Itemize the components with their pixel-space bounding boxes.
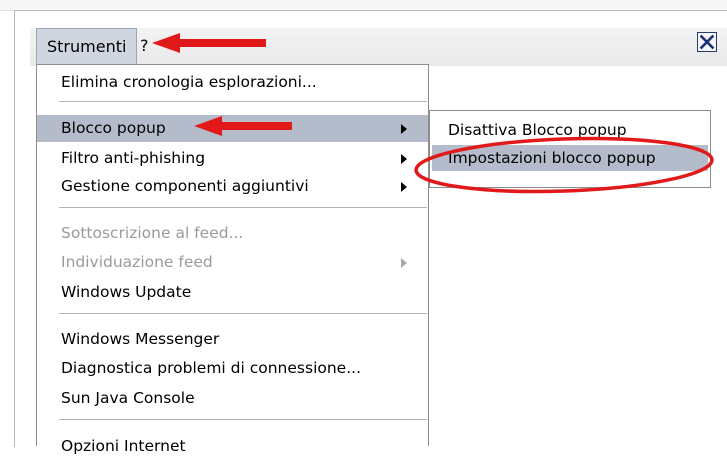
menu-item-elimina-cronologia[interactable]: Elimina cronologia esplorazioni... [37,69,428,96]
close-x-icon[interactable] [697,32,717,52]
menu-separator [59,207,427,209]
menu-strumenti[interactable]: Strumenti [36,28,138,65]
menu-bar: Strumenti ? [30,28,727,66]
menu-item-filtro-anti-phishing[interactable]: Filtro anti-phishing [37,145,428,172]
menu-help[interactable]: ? [130,28,159,64]
menu-item-label: Windows Update [61,283,192,301]
menu-item-windows-messenger[interactable]: Windows Messenger [37,326,428,353]
menu-item-label: Opzioni Internet [61,437,186,455]
menu-item-label: Sottoscrizione al feed... [61,224,244,242]
menu-separator [59,101,427,103]
submenu-item-label: Impostazioni blocco popup [448,149,656,167]
menu-item-opzioni-internet[interactable]: Opzioni Internet [37,433,428,460]
submenu-arrow-icon [401,154,407,164]
menu-item-diagnostica[interactable]: Diagnostica problemi di connessione... [37,355,428,382]
menu-item-sottoscrizione-feed: Sottoscrizione al feed... [37,220,428,247]
menu-item-blocco-popup[interactable]: Blocco popup [37,115,428,142]
submenu-item-label: Disattiva Blocco popup [448,121,627,139]
menu-item-label: Diagnostica problemi di connessione... [61,359,362,377]
menu-item-gestione-componenti[interactable]: Gestione componenti aggiuntivi [37,173,428,200]
menu-item-individuazione-feed: Individuazione feed [37,249,428,276]
blocco-popup-submenu: Disattiva Blocco popup Impostazioni bloc… [429,110,711,188]
menu-item-label: Sun Java Console [61,389,195,407]
menu-item-label: Elimina cronologia esplorazioni... [61,73,317,91]
submenu-arrow-icon [401,124,407,134]
submenu-arrow-icon [401,182,407,192]
menu-item-label: Gestione componenti aggiuntivi [61,177,309,195]
menu-item-sun-java-console[interactable]: Sun Java Console [37,385,428,412]
menu-item-label: Filtro anti-phishing [61,149,206,167]
strumenti-dropdown: Elimina cronologia esplorazioni... Blocc… [36,64,429,455]
submenu-arrow-icon [401,258,407,268]
menu-item-label: Blocco popup [61,119,166,137]
menu-separator [59,313,427,315]
submenu-item-disattiva-blocco[interactable]: Disattiva Blocco popup [432,117,708,143]
menu-item-label: Individuazione feed [61,253,213,271]
menu-item-label: Windows Messenger [61,330,220,348]
submenu-item-impostazioni-blocco[interactable]: Impostazioni blocco popup [432,145,708,171]
menu-item-windows-update[interactable]: Windows Update [37,279,428,306]
menu-separator [59,419,427,421]
